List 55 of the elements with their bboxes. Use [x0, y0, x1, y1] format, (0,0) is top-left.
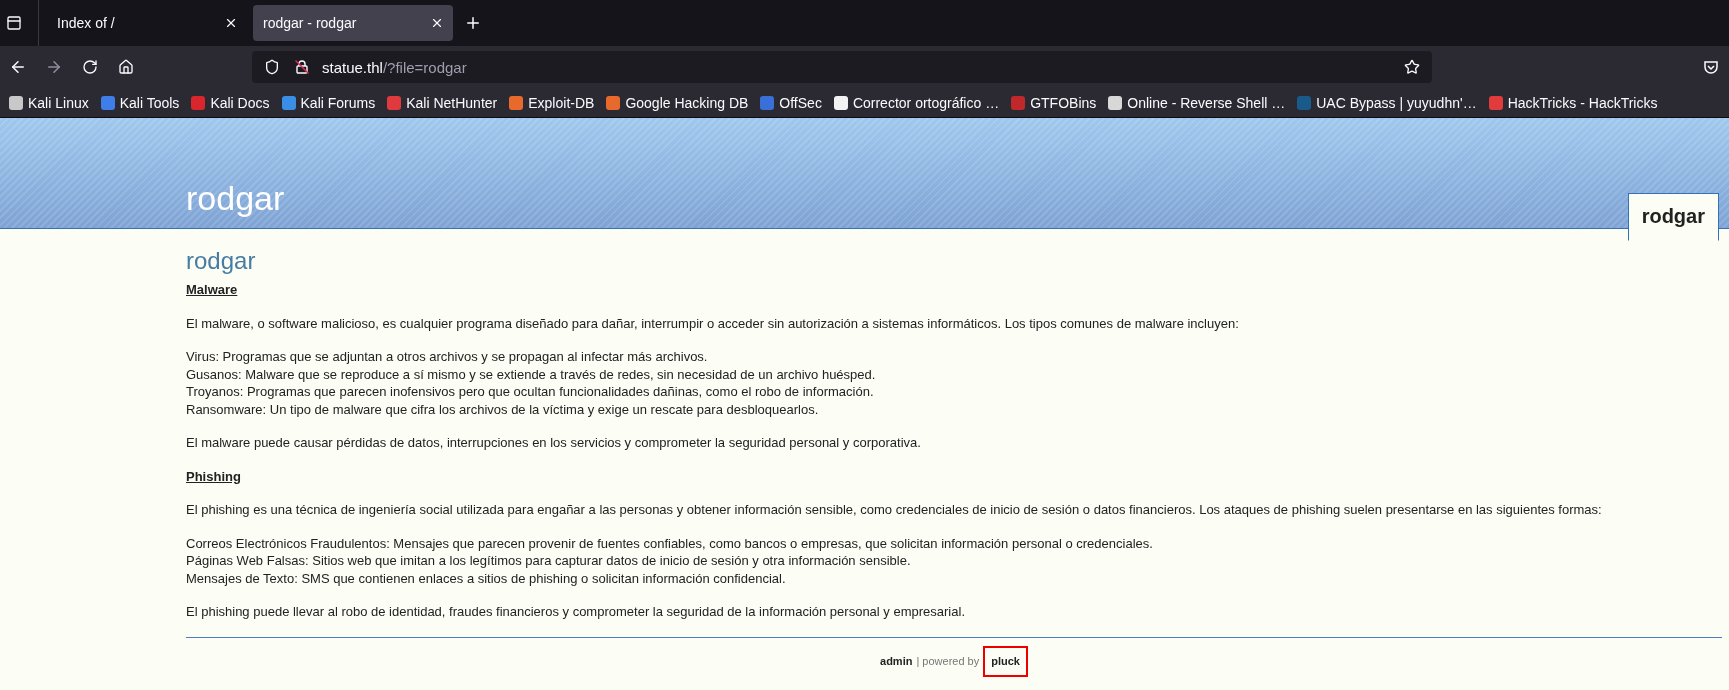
address-bar[interactable]: statue.thl/?file=rodgar	[252, 51, 1432, 83]
bookmark-label: Google Hacking DB	[625, 94, 749, 111]
browser-tab[interactable]: rodgar - rodgar	[253, 5, 453, 41]
nav-tab[interactable]: rodgar	[1627, 193, 1719, 241]
site-title: rodgar	[186, 179, 285, 218]
insecure-lock-icon[interactable]	[294, 59, 310, 75]
text-line: Virus: Programas que se adjuntan a otros archivos y se propagan al infectar más archivos.	[186, 348, 709, 366]
bookmark[interactable]: Kali Forums	[276, 94, 381, 111]
bookmark-label: UAC Bypass | yuyudhn'…	[1316, 94, 1477, 111]
bookmark-label: Exploit-DB	[528, 94, 595, 111]
bookmark[interactable]: Kali Docs	[186, 94, 275, 111]
bookmark[interactable]: UAC Bypass | yuyudhn'…	[1292, 94, 1482, 111]
bookmark-label: Kali Forums	[300, 94, 376, 111]
text-line: Ransomware: Un tipo de malware que cifra los archivos de la víctima y exige un rescate para desbloquearlos.	[186, 400, 820, 418]
browser-tab[interactable]: Index of /	[47, 5, 247, 41]
bookmark-label: Corrector ortográfico …	[852, 94, 1000, 111]
bookmark[interactable]: GTFOBins	[1006, 94, 1102, 111]
bookmark[interactable]: OffSec	[755, 94, 827, 111]
bookmark[interactable]: Corrector ortográfico …	[828, 94, 1005, 111]
text-line: El phishing es una técnica de ingeniería social utilizada para engañar a las personas y obtener información sensible, como credenciales de inicio de sesión o datos financieros. Los ataques de phishing suelen presentarse en las siguientes formas:	[186, 501, 1603, 519]
bookmark-label: GTFOBins	[1030, 94, 1097, 111]
admin-link[interactable]: admin	[880, 652, 913, 670]
home-icon[interactable]	[116, 57, 136, 77]
bookmark-label: Kali Linux	[28, 94, 89, 111]
bookmark[interactable]: HackTricks - HackTricks	[1483, 94, 1663, 111]
text-line: El malware, o software malicioso, es cualquier programa diseñado para dañar, interrumpir o acceder sin autorización a sistemas informáticos. Los tipos comunes de malware incluyen:	[186, 314, 1240, 332]
bookmark-label: HackTricks - HackTricks	[1507, 94, 1658, 111]
bookmark[interactable]: Kali NetHunter	[382, 94, 503, 111]
text-line: Mensajes de Texto: SMS que contienen enlaces a sitios de phishing o solicitan información confidencial.	[186, 569, 787, 587]
star-icon[interactable]	[1402, 57, 1422, 77]
bookmark-label: Kali Tools	[119, 94, 180, 111]
bookmark[interactable]: Kali Tools	[95, 94, 185, 111]
reload-icon[interactable]	[80, 57, 100, 77]
bookmark-label: Kali NetHunter	[406, 94, 498, 111]
page-heading: rodgar	[186, 247, 257, 275]
powered-by-text: | powered by	[916, 653, 980, 669]
bookmark[interactable]: Google Hacking DB	[601, 94, 754, 111]
url-text: statue.thl/?file=rodgar	[322, 58, 468, 76]
section-heading: Phishing	[186, 467, 242, 485]
bookmark[interactable]: Exploit-DB	[504, 94, 600, 111]
section-heading: Malware	[186, 281, 239, 299]
text-line: El phishing puede llevar al robo de identidad, fraudes financieros y comprometer la seguridad de la información personal y empresarial.	[186, 603, 966, 621]
bookmark-label: OffSec	[779, 94, 822, 111]
text-line: Correos Electrónicos Fraudulentos: Mensajes que parecen provenir de fuentes confiables, como bancos o empresas, que solicitan información personal o credenciales.	[186, 534, 1154, 552]
pluck-link[interactable]: pluck	[983, 645, 1028, 677]
tab-title: Index of /	[57, 15, 115, 31]
text-line: Troyanos: Programas que parecen inofensivos pero que ocultan funcionalidades dañinas, como el robo de información.	[186, 383, 875, 401]
text-line: Gusanos: Malware que se reproduce a sí mismo y se extiende a través de redes, sin necesidad de un archivo huésped.	[186, 365, 877, 383]
text-line: Páginas Web Falsas: Sitios web que imitan a los legítimos para capturar datos de inicio de sesión y otra información sensible.	[186, 552, 912, 570]
text-line: El malware puede causar pérdidas de datos, interrupciones en los servicios y comprometer la seguridad personal y corporativa.	[186, 434, 922, 452]
bookmark[interactable]: Online - Reverse Shell …	[1103, 94, 1291, 111]
bookmark-label: Kali Docs	[210, 94, 270, 111]
tab-title: rodgar - rodgar	[263, 15, 357, 31]
bookmark[interactable]: Kali Linux	[4, 94, 94, 111]
bookmark-label: Online - Reverse Shell …	[1127, 94, 1286, 111]
